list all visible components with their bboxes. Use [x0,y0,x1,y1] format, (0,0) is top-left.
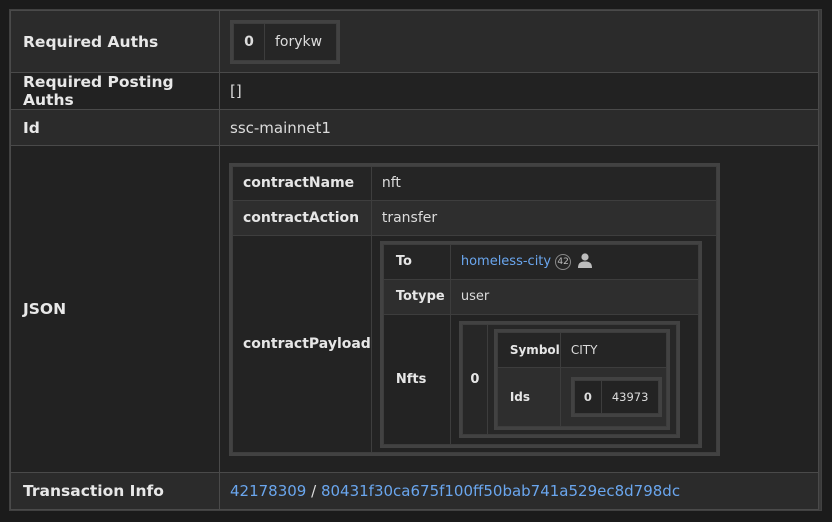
block-link[interactable]: 42178309 [230,482,306,500]
list-item: 0 Symbol CITY Ids 0 43973 [461,323,677,435]
auth-index: 0 [233,22,265,61]
transaction-details-panel: Required Auths 0 forykw Required Posting… [9,9,822,511]
json-row-contract-payload: contractPayload To homeless-city 42 Toty… [232,234,717,453]
required-auths-list: 0 forykw [230,19,341,64]
nfts-table: 0 Symbol CITY Ids 0 43973 [461,323,677,435]
contract-name-key: contractName [232,165,372,201]
json-label: JSON [10,145,220,473]
json-row-contract-action: contractAction transfer [232,199,717,236]
symbol-value: CITY [559,331,667,368]
symbol-key: Symbol [496,331,561,368]
required-posting-auths-label: Required Posting Auths [10,72,220,110]
reputation-badge: 42 [555,253,572,270]
ids-key: Ids [496,366,561,427]
totype-key: Totype [382,278,451,315]
to-key: To [382,243,451,280]
payload-row-totype: Totype user [382,278,699,315]
list-item: 0 forykw [233,22,338,61]
auth-name: forykw [263,22,338,61]
required-auths-value: 0 forykw [219,10,819,73]
nft-entry-table: Symbol CITY Ids 0 43973 [496,331,667,427]
transaction-info-value: 42178309 / 80431f30ca675f100ff50bab741a5… [219,472,819,510]
id-value: ssc-mainnet1 [219,109,819,146]
payload-row-nfts: Nfts 0 Symbol CITY Ids 0 43973 [382,313,699,445]
row-required-posting-auths: Required Posting Auths [] [10,72,819,110]
ids-box: 0 43973 [570,376,663,417]
id-index: 0 [573,379,602,414]
contract-name-value: nft [370,165,717,201]
json-table: contractName nft contractAction transfer… [232,165,717,453]
row-required-auths: Required Auths 0 forykw [10,10,819,73]
transaction-details-table: Required Auths 0 forykw Required Posting… [10,10,819,510]
row-json: JSON contractName nft contractAction tra… [10,145,819,473]
totype-value: user [449,278,699,315]
id-number: 43973 [600,379,660,414]
json-value: contractName nft contractAction transfer… [219,145,819,473]
json-row-contract-name: contractName nft [232,165,717,201]
row-id: Id ssc-mainnet1 [10,109,819,146]
nft-row-symbol: Symbol CITY [496,331,667,368]
required-auths-table: 0 forykw [233,22,338,61]
link-separator: / [306,482,321,500]
nft-row-ids: Ids 0 43973 [496,366,667,427]
payload-table: To homeless-city 42 Totype user Nfts 0 S… [382,243,699,445]
ids-table: 0 43973 [573,379,660,414]
payload-box: To homeless-city 42 Totype user Nfts 0 S… [379,240,702,448]
row-transaction-info: Transaction Info 42178309 / 80431f30ca67… [10,472,819,510]
user-icon[interactable] [577,252,593,272]
nft-entry: Symbol CITY Ids 0 43973 [486,323,677,435]
transaction-id-link[interactable]: 80431f30ca675f100ff50bab741a529ec8d798dc [321,482,680,500]
nfts-box: 0 Symbol CITY Ids 0 43973 [458,320,680,438]
json-box: contractName nft contractAction transfer… [229,162,720,456]
ids-value: 0 43973 [559,366,667,427]
nft-index: 0 [461,323,488,435]
contract-action-key: contractAction [232,199,372,236]
to-value: homeless-city 42 [449,243,699,280]
nfts-key: Nfts [382,313,451,445]
required-posting-auths-value: [] [219,72,819,110]
payload-row-to: To homeless-city 42 [382,243,699,280]
nft-box: Symbol CITY Ids 0 43973 [493,328,670,430]
nfts-value: 0 Symbol CITY Ids 0 43973 [449,313,699,445]
id-label: Id [10,109,220,146]
required-auths-label: Required Auths [10,10,220,73]
recipient-link[interactable]: homeless-city [461,254,551,269]
contract-action-value: transfer [370,199,717,236]
transaction-info-label: Transaction Info [10,472,220,510]
list-item: 0 43973 [573,379,660,414]
contract-payload-key: contractPayload [232,234,372,453]
contract-payload-value: To homeless-city 42 Totype user Nfts 0 S… [370,234,717,453]
